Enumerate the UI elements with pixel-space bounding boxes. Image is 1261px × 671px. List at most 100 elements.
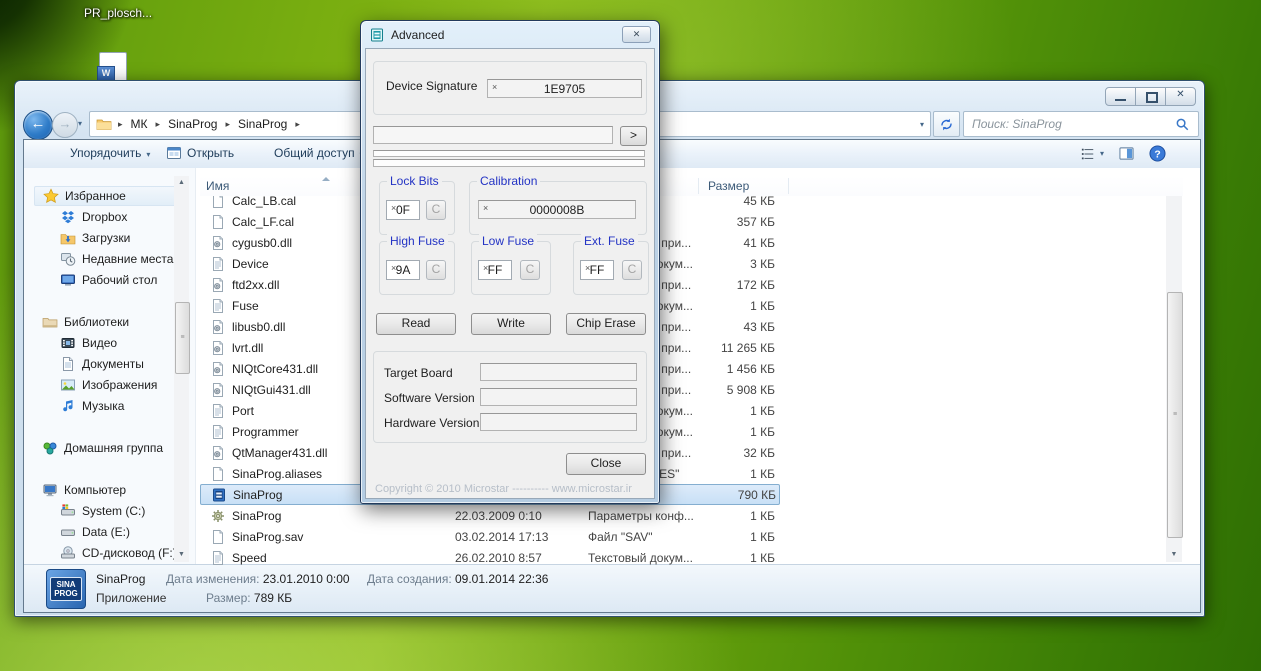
column-header-name[interactable]: Имя: [206, 179, 229, 193]
device-signature-field[interactable]: × 1E9705: [487, 79, 642, 98]
file-row[interactable]: Speed26.02.2010 8:57Текстовый докум...1 …: [200, 547, 780, 565]
column-separator[interactable]: [788, 178, 789, 194]
lock-bits-field[interactable]: ×0F: [386, 200, 420, 220]
file-row[interactable]: SinaProg.sav03.02.2014 17:13Файл "SAV"1 …: [200, 526, 780, 547]
dialog-title-bar[interactable]: Advanced: [361, 21, 659, 48]
close-button[interactable]: [1165, 87, 1196, 106]
sidebar-item-label: Документы: [82, 357, 144, 371]
file-text-icon: [210, 550, 226, 566]
device-signature-label: Device Signature: [386, 79, 477, 93]
file-name: Programmer: [232, 425, 299, 439]
file-name: NIQtCore431.dll: [232, 362, 318, 376]
low-fuse-c-button[interactable]: C: [520, 260, 540, 280]
search-box[interactable]: Поиск: SinaProg: [963, 111, 1199, 137]
hardware-version-label: Hardware Version: [384, 416, 479, 430]
breadcrumb-separator-icon: ▸: [219, 119, 236, 130]
chip-erase-button[interactable]: Chip Erase: [566, 313, 646, 335]
column-header-size[interactable]: Размер: [708, 179, 749, 193]
file-size: 1 КБ: [698, 467, 775, 481]
breadcrumb-item[interactable]: МК: [129, 117, 150, 131]
details-pane: SINAPROG SinaProg Приложение Дата измене…: [24, 564, 1200, 612]
sidebar-scroll-thumb[interactable]: ≡: [175, 302, 190, 374]
file-name: ftd2xx.dll: [232, 278, 279, 292]
target-board-field[interactable]: [480, 363, 637, 381]
dialog-close-button[interactable]: [622, 26, 651, 43]
sinaprog-chip-icon: [211, 487, 227, 503]
scroll-down-icon[interactable]: ▼: [174, 548, 189, 562]
search-icon[interactable]: [1175, 117, 1190, 132]
maximize-button[interactable]: [1135, 87, 1166, 106]
sidebar-group-label: Библиотеки: [64, 315, 129, 329]
dialog-close-action-button[interactable]: Close: [566, 453, 646, 475]
preview-pane-button[interactable]: [1118, 146, 1135, 161]
write-button[interactable]: Write: [471, 313, 551, 335]
ext-fuse-c-button[interactable]: C: [622, 260, 642, 280]
breadcrumb-item[interactable]: SinaProg: [236, 117, 289, 131]
breadcrumb-separator-icon: ▸: [150, 119, 167, 130]
star-icon: [43, 188, 59, 204]
read-button[interactable]: Read: [376, 313, 456, 335]
refresh-button[interactable]: [933, 111, 960, 137]
sidebar-group-library[interactable]: Библиотеки: [34, 312, 192, 332]
file-row[interactable]: SinaProg 22.03.2009 0:10Параметры конф...…: [200, 505, 780, 526]
go-button[interactable]: >: [620, 126, 647, 146]
file-type: Параметры конф...: [583, 509, 698, 523]
sidebar-group-star[interactable]: Избранное: [34, 186, 184, 206]
column-separator[interactable]: [698, 178, 699, 194]
system-drive-icon: [60, 503, 76, 519]
sidebar-item-label: Dropbox: [82, 210, 127, 224]
file-size: 1 КБ: [698, 404, 775, 418]
list-header[interactable]: Имя Размер: [200, 176, 1183, 196]
low-fuse-field[interactable]: ×FF: [478, 260, 512, 280]
word-letter: W: [97, 66, 115, 81]
dropbox-icon: [60, 209, 76, 225]
history-dropdown-icon[interactable]: ▾: [78, 119, 82, 128]
file-dll-icon: [210, 361, 226, 377]
file-name: SinaProg: [232, 509, 281, 523]
breadcrumb-separator-icon: ▸: [289, 119, 306, 130]
file-name: lvrt.dll: [232, 341, 263, 355]
command-combobox[interactable]: [373, 126, 613, 144]
lock-bits-c-button[interactable]: C: [426, 200, 446, 220]
forward-button[interactable]: →: [52, 112, 78, 138]
high-fuse-c-button[interactable]: C: [426, 260, 446, 280]
copyright-text: Copyright © 2010 Microstar ---------- ww…: [375, 483, 632, 495]
views-button[interactable]: ▾: [1080, 147, 1104, 161]
file-name: libusb0.dll: [232, 320, 285, 334]
file-name: Speed: [232, 551, 267, 565]
hardware-version-field[interactable]: [480, 413, 637, 431]
file-dll-icon: [210, 235, 226, 251]
high-fuse-field[interactable]: ×9A: [386, 260, 420, 280]
breadcrumb-item[interactable]: SinaProg: [166, 117, 219, 131]
sidebar-group-computer[interactable]: Компьютер: [34, 480, 192, 500]
desktop-shortcut-label[interactable]: PR_plosch...: [84, 6, 152, 20]
share-button[interactable]: Общий доступ: [274, 146, 364, 160]
software-version-field[interactable]: [480, 388, 637, 406]
open-button[interactable]: Открыть: [187, 146, 234, 160]
progress-bar: [373, 150, 645, 157]
video-icon: [60, 335, 76, 351]
sidebar-scrollbar[interactable]: ▲ ≡ ▼: [174, 176, 189, 562]
address-dropdown-icon[interactable]: ▾: [920, 120, 924, 129]
file-size: 1 КБ: [698, 299, 775, 313]
file-list: Calc_LB.calФайл "CAL"45 КБCalc_LF.calФай…: [200, 168, 1183, 565]
calibration-field[interactable]: × 0000008B: [478, 200, 636, 219]
file-date-modified: 22.03.2009 0:10: [455, 509, 583, 523]
minimize-button[interactable]: [1105, 87, 1136, 106]
ext-fuse-field[interactable]: ×FF: [580, 260, 614, 280]
file-size: 11 265 КБ: [698, 341, 775, 355]
ext-fuse-group: Ext. Fuse ×FF C: [573, 241, 649, 295]
help-button[interactable]: ?: [1149, 145, 1166, 162]
file-type: Текстовый докум...: [583, 551, 698, 565]
file-size: 790 КБ: [699, 488, 776, 502]
scroll-up-icon[interactable]: ▲: [174, 176, 189, 190]
sidebar-group-homegroup[interactable]: Домашняя группа: [34, 438, 192, 458]
organize-button[interactable]: Упорядочить: [70, 146, 150, 160]
back-button[interactable]: ←: [23, 110, 53, 140]
calibration-label: Calibration: [477, 174, 540, 188]
desktop-icon: [60, 272, 76, 288]
search-input[interactable]: Поиск: SinaProg: [972, 117, 1175, 131]
file-name: Fuse: [232, 299, 259, 313]
high-fuse-group: High Fuse ×9A C: [379, 241, 455, 295]
breadcrumb: ▸МК▸SinaProg▸SinaProg▸: [112, 117, 306, 131]
